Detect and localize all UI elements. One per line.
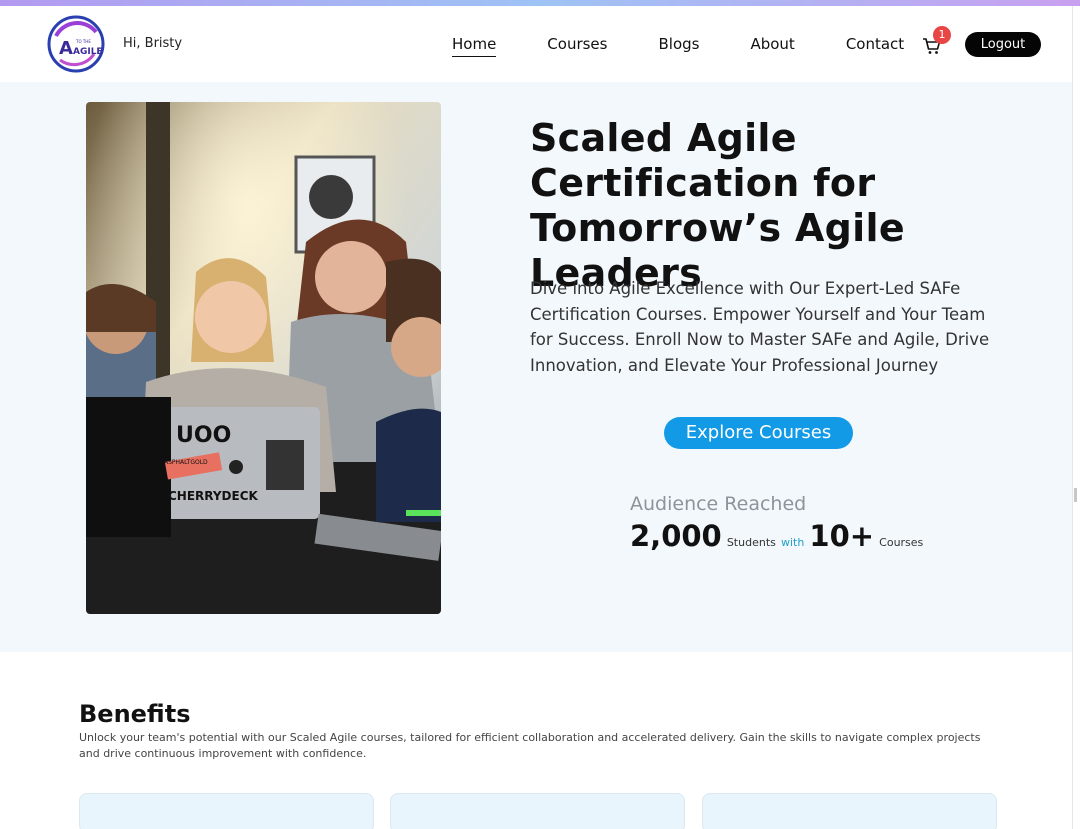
students-count: 2,000 [630, 519, 722, 553]
courses-count: 10+ [809, 519, 875, 553]
benefits-title: Benefits [79, 700, 191, 728]
benefit-card-2 [390, 793, 685, 829]
svg-text:CHERRYDECK: CHERRYDECK [168, 489, 259, 503]
scrollbar-track[interactable] [1072, 6, 1080, 829]
hero-description: Dive into Agile Excellence with Our Expe… [530, 279, 990, 375]
svg-text:TO THE: TO THE [75, 39, 91, 44]
svg-text:AGILE: AGILE [73, 47, 103, 57]
explore-courses-button[interactable]: Explore Courses [664, 417, 853, 449]
user-greeting: Hi, Bristy [123, 36, 183, 51]
cart-count-badge: 1 [933, 26, 951, 44]
agile-logo[interactable]: A AGILE TO THE [46, 14, 106, 74]
students-label: Students [726, 536, 776, 549]
nav-contact[interactable]: Contact [846, 35, 904, 57]
with-label: with [780, 536, 805, 549]
svg-text:UOO: UOO [176, 423, 231, 448]
main-nav: Home Courses Blogs About Contact [452, 35, 955, 57]
hero-photo: UOO ASPHALTGOLD CHERRYDECK [86, 102, 441, 614]
audience-reached-label: Audience Reached [630, 493, 807, 515]
audience-stats: 2,000 Students with 10+ Courses [630, 519, 923, 553]
nav-about[interactable]: About [750, 35, 794, 57]
svg-text:ASPHALTGOLD: ASPHALTGOLD [164, 459, 208, 466]
benefit-card-1 [79, 793, 374, 829]
site-header: A AGILE TO THE Hi, Bristy Home Courses B… [0, 6, 1072, 82]
hero-title: Scaled Agile Certification for Tomorrow’… [530, 116, 905, 295]
logout-button[interactable]: Logout [965, 32, 1041, 57]
nav-blogs[interactable]: Blogs [658, 35, 699, 57]
benefit-card-3 [702, 793, 997, 829]
nav-courses[interactable]: Courses [547, 35, 607, 57]
benefits-description: Unlock your team's potential with our Sc… [79, 731, 981, 760]
hero-section: UOO ASPHALTGOLD CHERRYDECK Scaled Agile … [0, 82, 1072, 652]
nav-home[interactable]: Home [452, 35, 497, 57]
courses-label: Courses [879, 536, 924, 549]
svg-text:A: A [59, 38, 73, 59]
scrollbar-thumb[interactable] [1074, 488, 1077, 502]
